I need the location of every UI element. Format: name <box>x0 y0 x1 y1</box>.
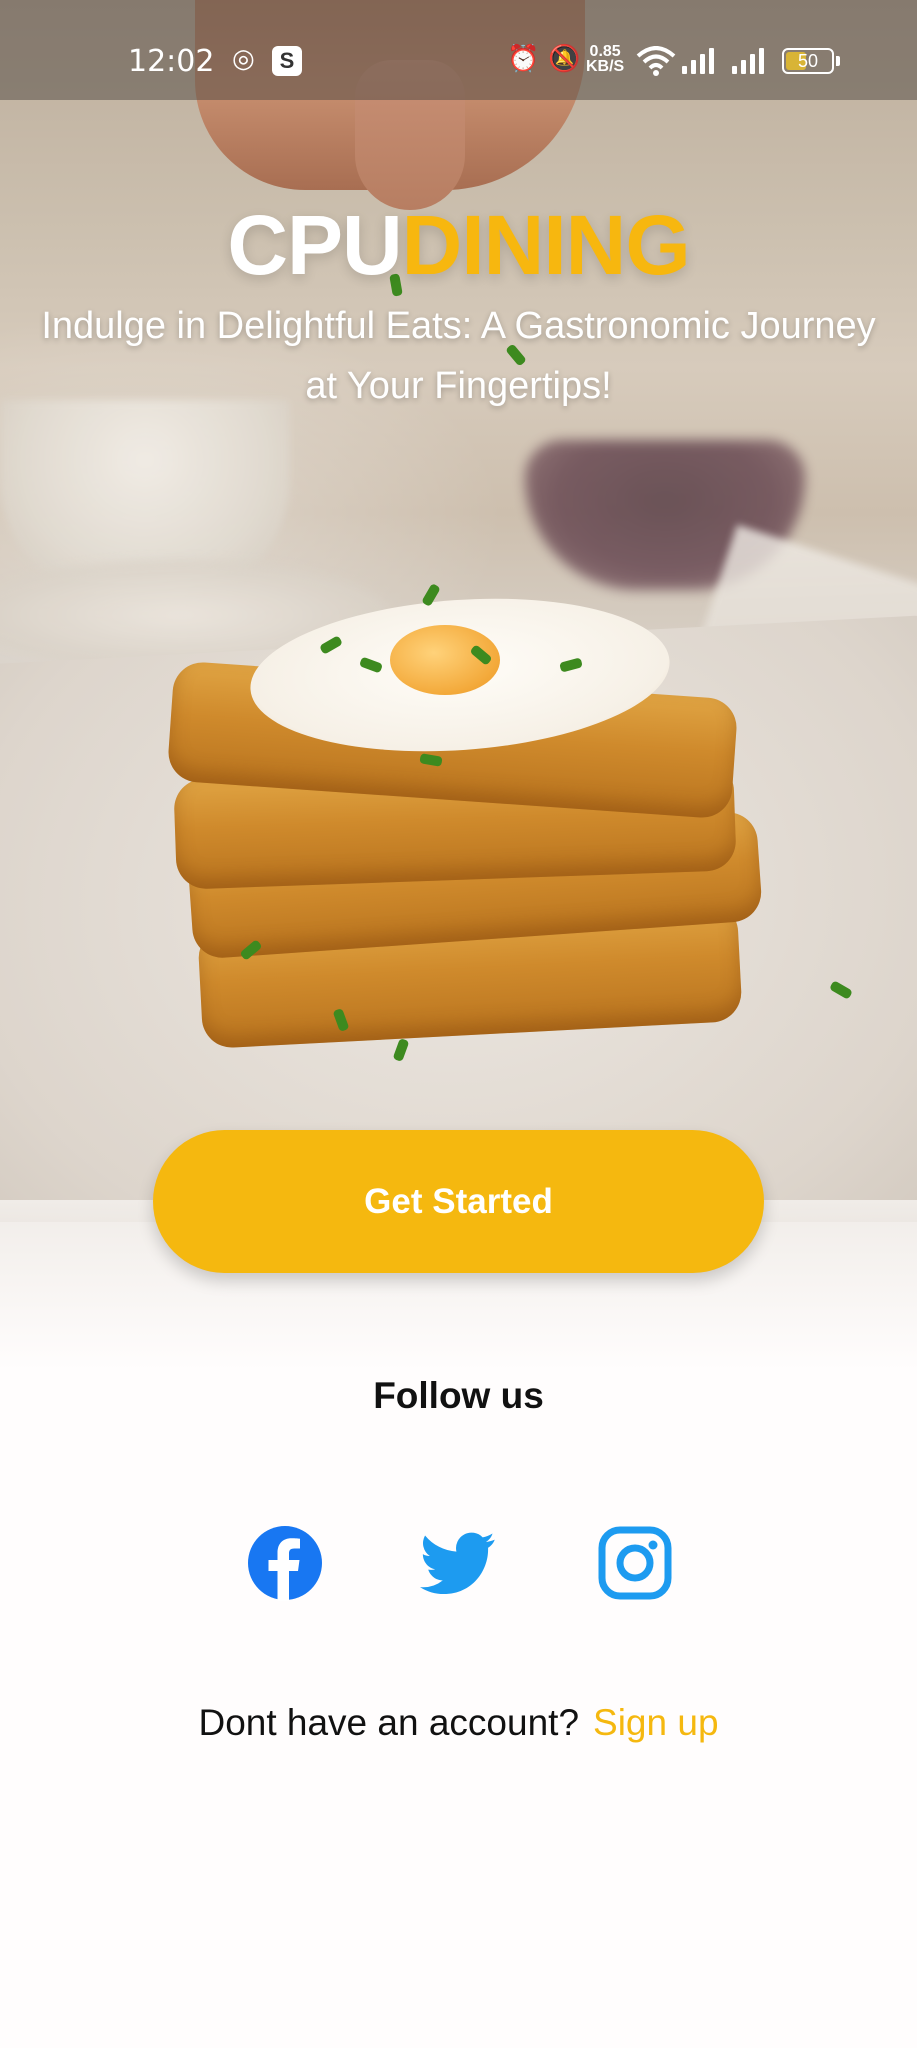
mute-bell-icon: 🔕 <box>548 44 581 74</box>
location-target-icon: ◎ <box>232 44 255 74</box>
twitter-icon[interactable] <box>420 1525 496 1601</box>
network-speed-unit: KB/S <box>586 58 625 75</box>
wifi-icon <box>636 46 676 76</box>
alarm-icon: ⏰ <box>507 44 540 74</box>
app-logo-title: CPUDINING <box>0 195 917 295</box>
battery-icon: 50 <box>782 48 834 74</box>
get-started-button[interactable]: Get Started <box>153 1130 764 1273</box>
signal-icon <box>682 48 718 74</box>
battery-tip <box>836 56 840 66</box>
follow-us-heading: Follow us <box>373 1375 544 1416</box>
no-account-text: Dont have an account? <box>198 1702 580 1743</box>
facebook-icon[interactable] <box>247 1525 323 1601</box>
signup-prompt: Dont have an account? Sign up <box>0 1702 917 1744</box>
brand-part-dining: DINING <box>401 198 691 292</box>
battery-level: 50 <box>797 51 819 71</box>
instagram-icon[interactable] <box>597 1525 673 1601</box>
signal-icon <box>732 48 768 74</box>
hero-food-photo <box>0 0 917 1222</box>
status-bar: 12:02 ◎ S ⏰ 🔕 0.85 KB/S 50 <box>0 0 917 100</box>
brand-part-cpu: CPU <box>227 198 402 292</box>
sign-up-link[interactable]: Sign up <box>593 1702 719 1743</box>
status-time: 12:02 <box>128 44 215 79</box>
network-speed: 0.85 KB/S <box>586 44 625 75</box>
tagline: Indulge in Delightful Eats: A Gastronomi… <box>41 305 876 407</box>
s-app-icon: S <box>272 46 302 76</box>
